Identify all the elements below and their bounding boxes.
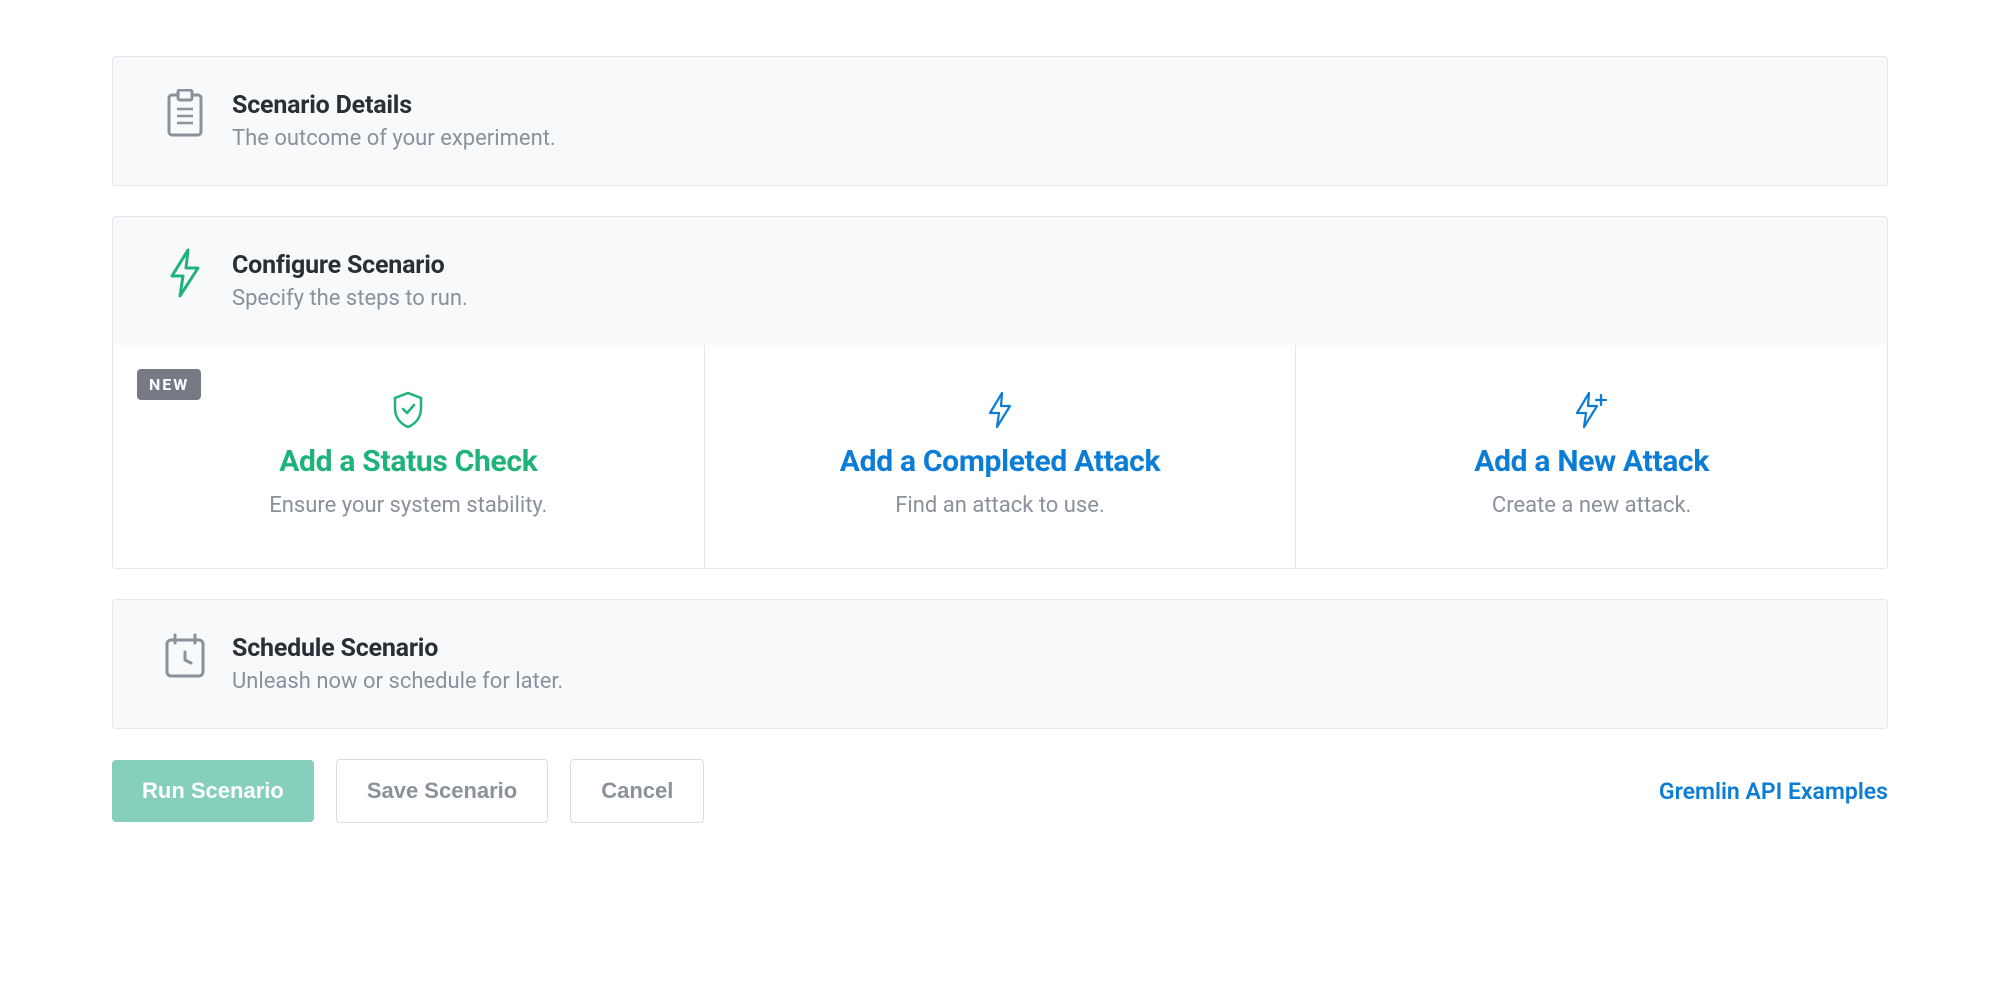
scenario-details-title: Scenario Details — [232, 91, 556, 120]
schedule-scenario-header: Schedule Scenario Unleash now or schedul… — [113, 600, 1887, 728]
option-new-attack[interactable]: Add a New Attack Create a new attack. — [1296, 345, 1887, 568]
option-new-attack-title: Add a New Attack — [1316, 444, 1867, 479]
scenario-details-panel[interactable]: Scenario Details The outcome of your exp… — [112, 56, 1888, 186]
run-scenario-button[interactable]: Run Scenario — [112, 760, 314, 822]
new-badge: NEW — [137, 369, 201, 400]
scenario-details-header: Scenario Details The outcome of your exp… — [113, 57, 1887, 185]
clipboard-icon — [163, 91, 207, 135]
lightning-blue-icon — [725, 390, 1276, 430]
lightning-icon — [163, 251, 207, 295]
option-completed-attack-desc: Find an attack to use. — [725, 493, 1276, 518]
lightning-plus-icon — [1316, 390, 1867, 430]
option-status-check-title: Add a Status Check — [133, 444, 684, 479]
schedule-scenario-subtitle: Unleash now or schedule for later. — [232, 669, 563, 694]
configure-options: NEW Add a Status Check Ensure your syste… — [113, 345, 1887, 568]
configure-scenario-panel: Configure Scenario Specify the steps to … — [112, 216, 1888, 569]
shield-check-icon — [133, 390, 684, 430]
scenario-details-subtitle: The outcome of your experiment. — [232, 126, 556, 151]
option-completed-attack-title: Add a Completed Attack — [725, 444, 1276, 479]
option-status-check[interactable]: NEW Add a Status Check Ensure your syste… — [113, 345, 705, 568]
configure-scenario-title: Configure Scenario — [232, 251, 468, 280]
option-status-check-desc: Ensure your system stability. — [133, 493, 684, 518]
schedule-scenario-panel[interactable]: Schedule Scenario Unleash now or schedul… — [112, 599, 1888, 729]
configure-scenario-subtitle: Specify the steps to run. — [232, 286, 468, 311]
cancel-button[interactable]: Cancel — [570, 759, 704, 823]
configure-scenario-header[interactable]: Configure Scenario Specify the steps to … — [113, 217, 1887, 345]
schedule-scenario-title: Schedule Scenario — [232, 634, 563, 663]
api-examples-link[interactable]: Gremlin API Examples — [1659, 778, 1888, 805]
option-new-attack-desc: Create a new attack. — [1316, 493, 1867, 518]
action-row: Run Scenario Save Scenario Cancel Gremli… — [112, 759, 1888, 823]
calendar-clock-icon — [163, 634, 207, 678]
save-scenario-button[interactable]: Save Scenario — [336, 759, 548, 823]
option-completed-attack[interactable]: Add a Completed Attack Find an attack to… — [705, 345, 1297, 568]
